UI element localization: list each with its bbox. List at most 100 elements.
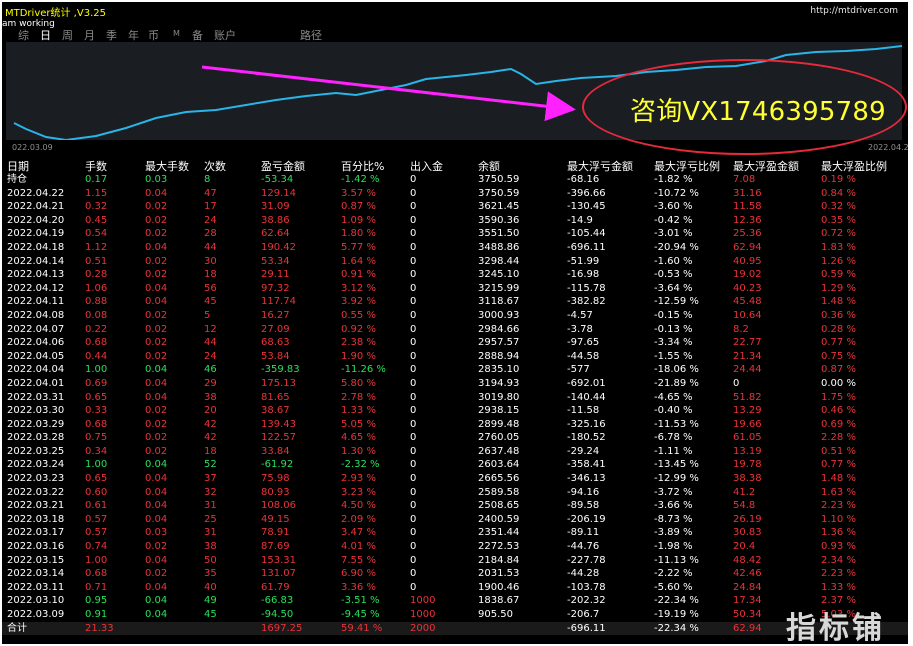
- cell-max-floating-profit: 51.82: [733, 391, 762, 403]
- cell-lots: 0.33: [85, 405, 108, 417]
- cell-max-floating-loss-pct: -10.72 %: [654, 187, 699, 199]
- table-row: 2022.03.30 0.33 0.02 20 38.67 1.33 % 0 2938.15 -…: [2, 404, 908, 418]
- header-max-floating-loss-pct[interactable]: 最大浮亏比例: [654, 158, 720, 174]
- table-row: 2022.04.18 1.12 0.04 44 190.42 5.77 % 0 3488.86…: [2, 241, 908, 255]
- cell-deposit-withdrawal: 0: [410, 568, 417, 580]
- cell-max-floating-loss: -97.65: [567, 337, 600, 349]
- cell-max-floating-profit-pct: 2.28 %: [821, 432, 856, 444]
- cell-deposit-withdrawal: 0: [410, 527, 417, 539]
- cell-pnl-amount: 108.06: [261, 500, 296, 512]
- cell-max-floating-loss-pct: -0.13 %: [654, 323, 693, 335]
- cell-trade-count: 31: [204, 500, 217, 512]
- cell-max-floating-loss: -202.32: [567, 595, 606, 607]
- cell-deposit-withdrawal: 0: [410, 296, 417, 308]
- header-lots[interactable]: 手数: [85, 158, 107, 174]
- contact-annotation: 咨询VX1746395789: [630, 97, 886, 127]
- cell-max-floating-profit-pct: 1.29 %: [821, 282, 856, 294]
- cell-pnl-amount: 68.63: [261, 337, 290, 349]
- header-date[interactable]: 日期: [7, 158, 29, 174]
- cell-pnl-percent: 0.92 %: [341, 323, 376, 335]
- cell-pnl-amount: 31.09: [261, 201, 290, 213]
- cell-trade-count: 50: [204, 554, 217, 566]
- cell-balance: 2637.48: [478, 445, 520, 457]
- cell-max-floating-profit: 40.23: [733, 282, 762, 294]
- cell-max-floating-loss-pct: -3.66 %: [654, 500, 693, 512]
- cell-pnl-percent: 6.90 %: [341, 568, 376, 580]
- cell-max-floating-loss: -14.9: [567, 214, 593, 226]
- header-max-floating-profit[interactable]: 最大浮盈金额: [733, 158, 799, 174]
- cell-max-floating-loss-pct: -19.19 %: [654, 609, 699, 620]
- cell-max-floating-loss: -396.66: [567, 187, 606, 199]
- cell-deposit-withdrawal: 0: [410, 418, 417, 430]
- header-deposit-withdrawal[interactable]: 出入金: [410, 158, 443, 174]
- cell-trade-count: 24: [204, 350, 217, 362]
- cell-max-lots: 0.04: [145, 459, 168, 471]
- cell-date: 2022.03.31: [7, 391, 65, 403]
- cell-max-floating-loss: -140.44: [567, 391, 606, 403]
- cell-lots: 0.32: [85, 201, 108, 213]
- cell-pnl-percent: 1.90 %: [341, 350, 376, 362]
- cell-max-floating-profit: 19.78: [733, 459, 762, 471]
- cell-lots: 0.28: [85, 269, 108, 281]
- cell-trade-count: 31: [204, 527, 217, 539]
- cell-max-floating-loss-pct: -0.15 %: [654, 309, 693, 321]
- cell-max-floating-loss: -29.24: [567, 445, 600, 457]
- cell-max-floating-profit: 22.77: [733, 337, 762, 349]
- cell-pnl-amount: 139.43: [261, 418, 296, 430]
- cell-lots: 0.22: [85, 323, 108, 335]
- cell-max-floating-profit-pct: 0.77 %: [821, 337, 856, 349]
- cell-date: 2022.03.15: [7, 554, 65, 566]
- cell-date: 2022.04.01: [7, 377, 65, 389]
- table-row: 2022.04.19 0.54 0.02 28 62.64 1.80 % 0 3551.50 -…: [2, 227, 908, 241]
- cell-balance: 2888.94: [478, 350, 520, 362]
- cell-max-floating-loss-pct: -21.89 %: [654, 377, 699, 389]
- cell-balance: 905.50: [478, 609, 513, 620]
- cell-pnl-amount: 80.93: [261, 486, 290, 498]
- header-trade-count[interactable]: 次数: [204, 158, 226, 174]
- cell-max-lots: 0.04: [145, 296, 168, 308]
- cell-deposit-withdrawal: 0: [410, 541, 417, 553]
- header-max-floating-loss[interactable]: 最大浮亏金额: [567, 158, 633, 174]
- cell-max-floating-profit: 19.66: [733, 418, 762, 430]
- cell-balance: 3551.50: [478, 228, 520, 240]
- cell-lots: 0.69: [85, 377, 108, 389]
- header-balance[interactable]: 余额: [478, 158, 500, 174]
- cell-trade-count: 47: [204, 187, 217, 199]
- cell-balance: 2400.59: [478, 513, 520, 525]
- cell-trade-count: 38: [204, 541, 217, 553]
- cell-max-floating-profit: 11.58: [733, 201, 762, 213]
- cell-max-floating-loss-pct: -0.40 %: [654, 405, 693, 417]
- cell-pnl-amount: 61.79: [261, 581, 290, 593]
- cell-max-lots: 0.02: [145, 323, 168, 335]
- table-row: 2022.03.10 0.95 0.04 49 -66.83 -3.51 % 1000 183…: [2, 594, 908, 608]
- cell-max-lots: 0.04: [145, 513, 168, 525]
- cell-max-floating-loss: -206.7: [567, 609, 600, 620]
- cell-max-floating-loss: -180.52: [567, 432, 606, 444]
- header-max-lots[interactable]: 最大手数: [145, 158, 189, 174]
- cell-max-floating-loss: -103.78: [567, 581, 606, 593]
- cell-lots: 0.54: [85, 228, 108, 240]
- cell-trade-count: 35: [204, 568, 217, 580]
- cell-pnl-percent: 3.57 %: [341, 187, 376, 199]
- cell-max-floating-profit: 41.2: [733, 486, 756, 498]
- cell-max-floating-loss-pct: -1.11 %: [654, 445, 693, 457]
- cell-max-lots: 0.02: [145, 214, 168, 226]
- header-max-floating-profit-pct[interactable]: 最大浮盈比例: [821, 158, 887, 174]
- cell-max-floating-loss: -130.45: [567, 201, 606, 213]
- cell-date: 合计: [7, 622, 27, 634]
- cell-max-floating-loss-pct: -22.34 %: [654, 595, 699, 607]
- cell-max-floating-loss: -227.78: [567, 554, 606, 566]
- cell-max-floating-profit-pct: 0.87 %: [821, 364, 856, 376]
- cell-max-lots: 0.04: [145, 282, 168, 294]
- cell-max-floating-profit: 61.05: [733, 432, 762, 444]
- header-pnl-amount[interactable]: 盈亏金额: [261, 158, 305, 174]
- cell-max-floating-profit: 20.4: [733, 541, 756, 553]
- cell-max-floating-loss: -68.16: [567, 174, 600, 185]
- cell-max-floating-loss-pct: -3.34 %: [654, 337, 693, 349]
- header-pnl-percent[interactable]: 百分比%: [341, 158, 384, 174]
- table-row: 2022.04.01 0.69 0.04 29 175.13 5.80 % 0 3194.93…: [2, 377, 908, 391]
- cell-max-floating-profit: 19.02: [733, 269, 762, 281]
- cell-date: 2022.03.24: [7, 459, 65, 471]
- cell-max-floating-profit: 21.34: [733, 350, 762, 362]
- cell-pnl-percent: 1.33 %: [341, 405, 376, 417]
